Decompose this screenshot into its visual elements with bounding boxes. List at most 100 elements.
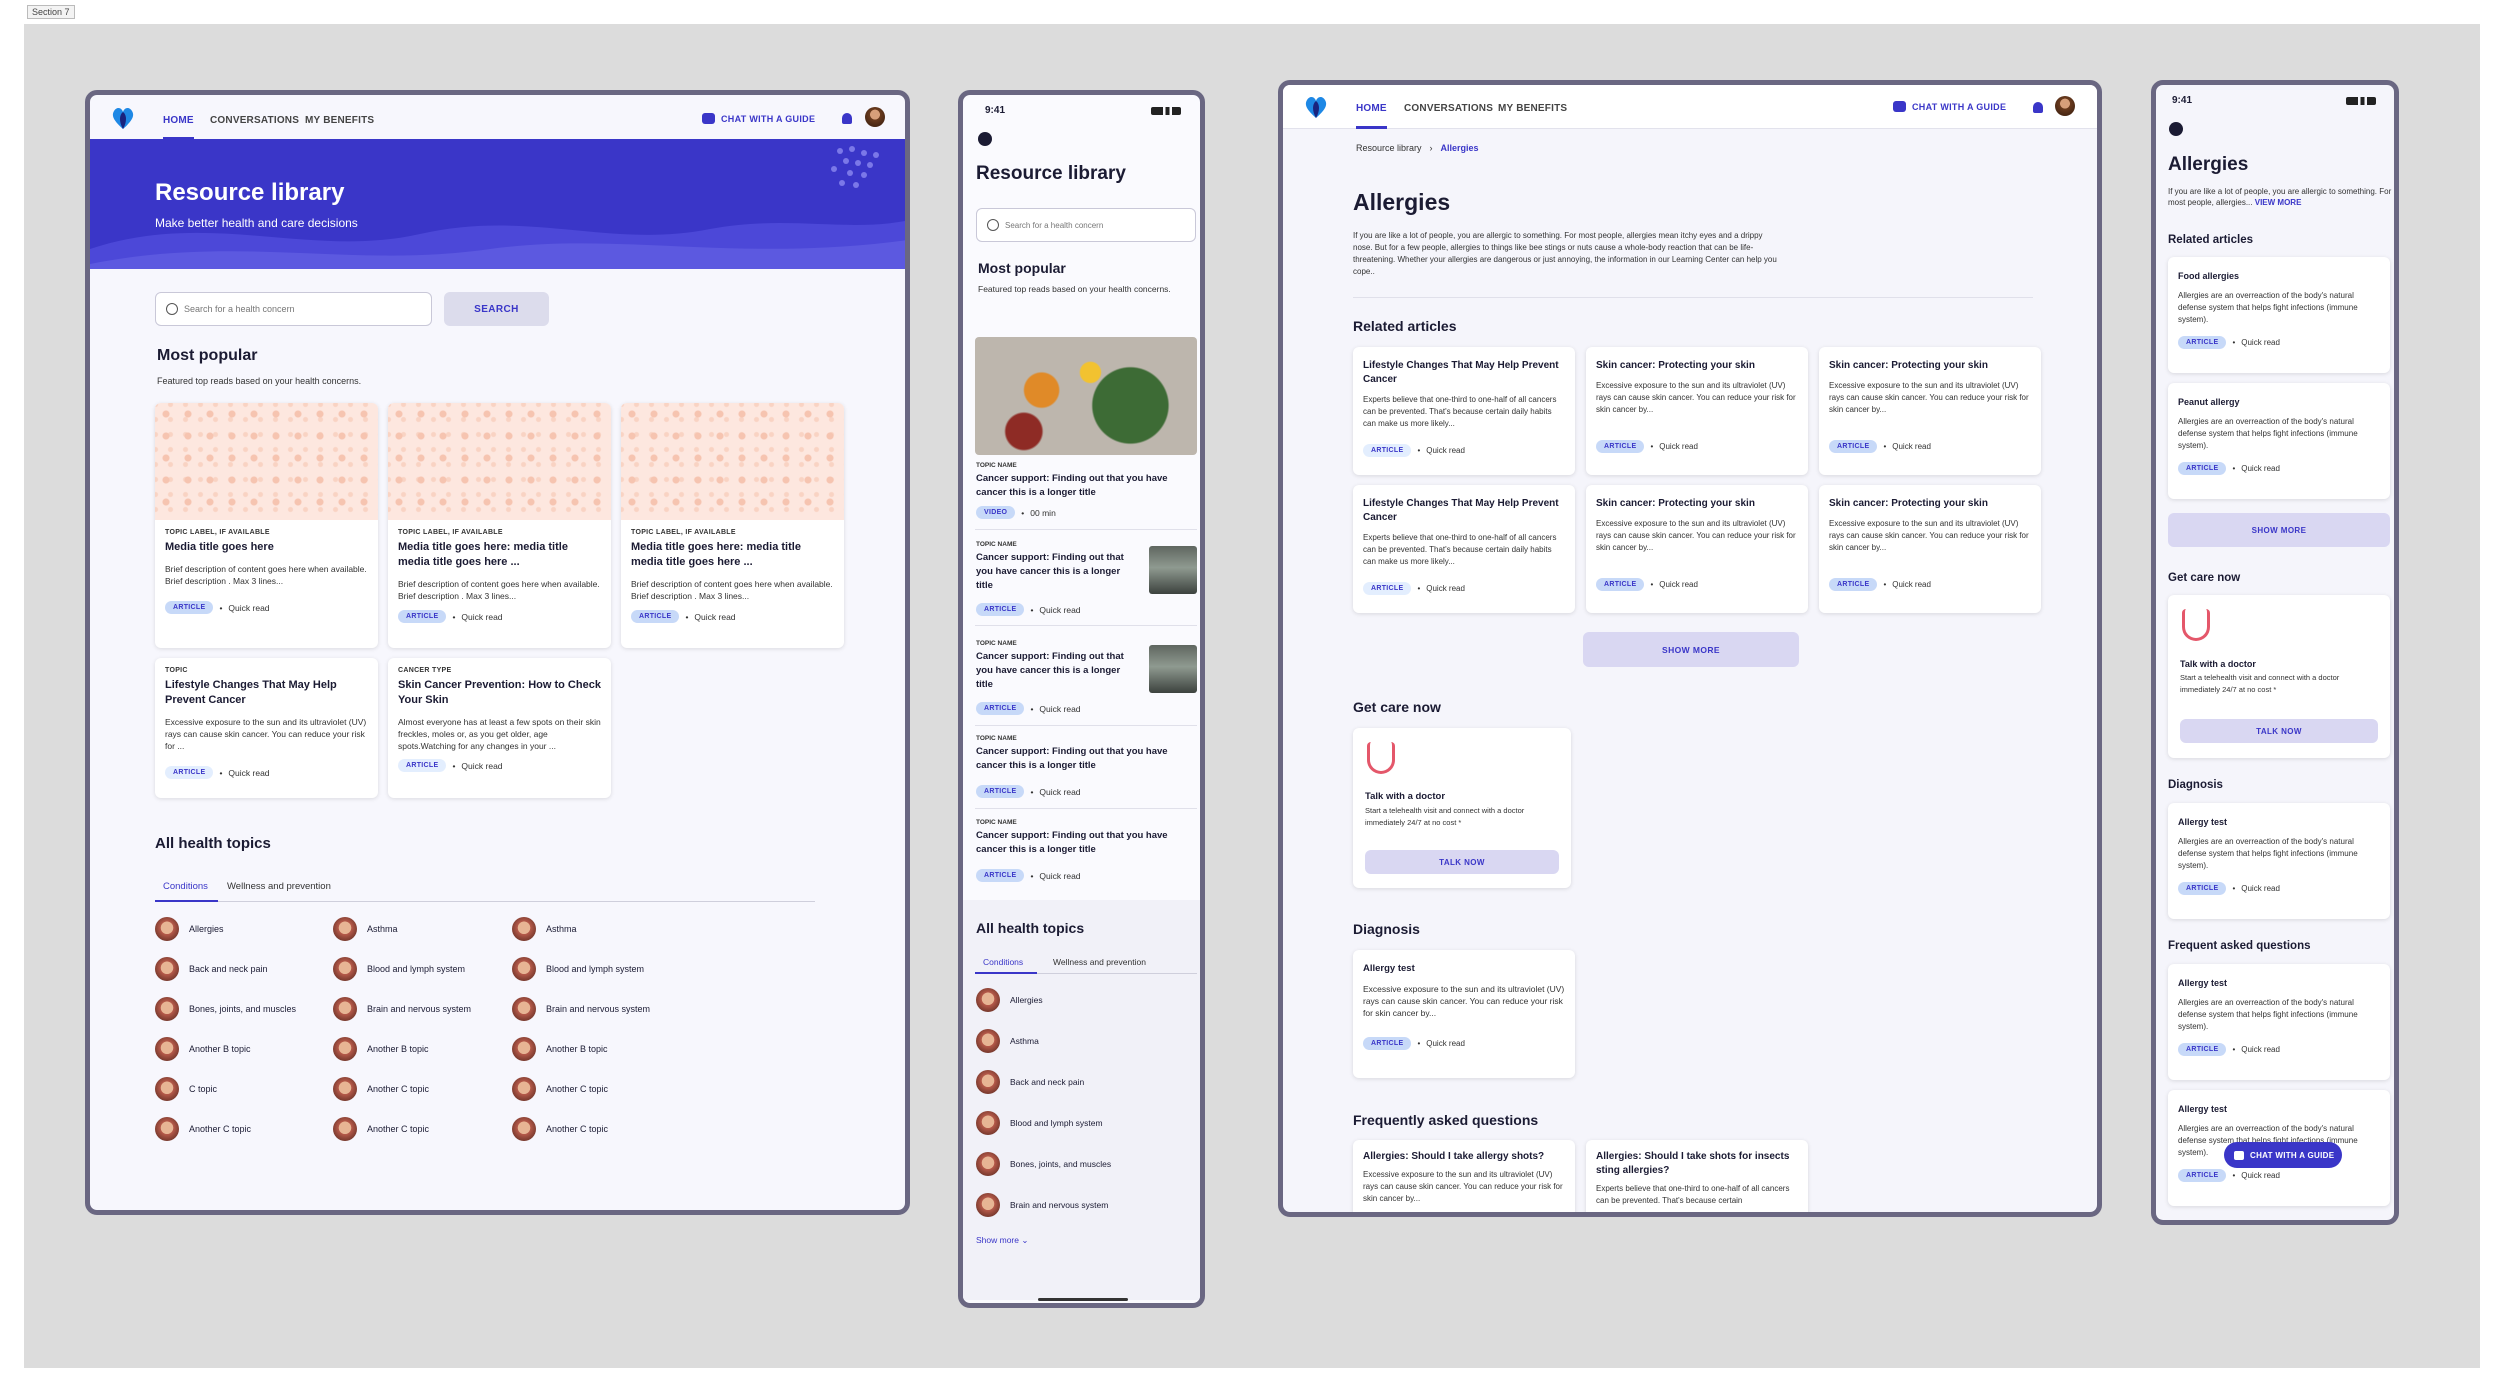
topic-item[interactable]: Brain and nervous system	[976, 1193, 1108, 1217]
related-article-card[interactable]: Lifestyle Changes That May Help Prevent …	[1353, 485, 1575, 613]
list-item-title[interactable]: Cancer support: Finding out that you hav…	[976, 745, 1186, 773]
nav-conversations[interactable]: CONVERSATIONS	[210, 115, 299, 126]
list-item-thumbnail	[1149, 546, 1197, 594]
topic-item[interactable]: C topic	[155, 1077, 217, 1101]
article-badge: ARTICLE	[976, 869, 1025, 882]
chat-with-guide-link[interactable]: CHAT WITH A GUIDE	[1893, 101, 2006, 112]
topic-item[interactable]: Another B topic	[512, 1037, 608, 1061]
topic-item[interactable]: Bones, joints, and muscles	[976, 1152, 1111, 1176]
diagnosis-card[interactable]: Allergy test Excessive exposure to the s…	[1353, 950, 1575, 1078]
related-article-card[interactable]: Skin cancer: Protecting your skin Excess…	[1586, 347, 1808, 475]
topic-item[interactable]: Back and neck pain	[976, 1070, 1084, 1094]
mobile-most-popular-subtitle: Featured top reads based on your health …	[978, 284, 1171, 294]
bell-icon[interactable]	[842, 113, 852, 124]
faq-card[interactable]: Allergies: Should I take shots for insec…	[1586, 1140, 1808, 1212]
topic-item[interactable]: Another B topic	[155, 1037, 251, 1061]
nav-my-benefits[interactable]: MY BENEFITS	[1498, 103, 1567, 114]
topic-item[interactable]: Another C topic	[512, 1077, 608, 1101]
chat-icon	[1893, 101, 1906, 112]
chat-with-guide-link[interactable]: CHAT WITH A GUIDE	[702, 113, 815, 124]
back-icon[interactable]	[2169, 122, 2183, 136]
card-description: Experts believe that one-third to one-ha…	[1363, 533, 1557, 566]
media-card[interactable]: TOPIC LABEL, IF AVAILABLE Media title go…	[621, 403, 844, 648]
topic-item[interactable]: Asthma	[512, 917, 577, 941]
related-article-card[interactable]: Skin cancer: Protecting your skin Excess…	[1819, 347, 2041, 475]
related-article-card[interactable]: Food allergies Allergies are an overreac…	[2168, 257, 2390, 373]
search-button[interactable]: SEARCH	[444, 292, 549, 326]
card-description: Excessive exposure to the sun and its ul…	[1363, 1170, 1563, 1203]
media-card[interactable]: TOPIC Lifestyle Changes That May Help Pr…	[155, 658, 378, 798]
topic-item[interactable]: Asthma	[976, 1029, 1039, 1053]
tab-conditions[interactable]: Conditions	[163, 881, 208, 892]
topic-item[interactable]: Another C topic	[512, 1117, 608, 1141]
page-title: Resource library	[155, 179, 345, 206]
tab-conditions[interactable]: Conditions	[983, 957, 1023, 967]
topic-item[interactable]: Blood and lymph system	[512, 957, 644, 981]
topic-item[interactable]: Another B topic	[333, 1037, 429, 1061]
topic-item[interactable]: Blood and lymph system	[976, 1111, 1103, 1135]
topic-avatar	[976, 1152, 1000, 1176]
card-title: Skin Cancer Prevention: How to Check You…	[398, 679, 601, 706]
avatar[interactable]	[2055, 96, 2075, 116]
featured-title[interactable]: Cancer support: Finding out that you hav…	[976, 472, 1186, 500]
avatar[interactable]	[865, 107, 885, 127]
topic-item[interactable]: Back and neck pain	[155, 957, 268, 981]
breadcrumb-resource-library[interactable]: Resource library	[1356, 143, 1422, 153]
topic-item[interactable]: Bones, joints, and muscles	[155, 997, 296, 1021]
featured-label: TOPIC NAME	[976, 462, 1017, 469]
chat-icon	[2234, 1150, 2244, 1160]
tab-wellness-prevention[interactable]: Wellness and prevention	[1053, 957, 1146, 967]
topic-avatar	[333, 1117, 357, 1141]
talk-with-doctor-card[interactable]: Talk with a doctor Start a telehealth vi…	[1353, 728, 1571, 888]
topic-item[interactable]: Allergies	[155, 917, 224, 941]
faq-card[interactable]: Allergy test Allergies are an overreacti…	[2168, 964, 2390, 1080]
bell-icon[interactable]	[2033, 102, 2043, 113]
list-item-title[interactable]: Cancer support: Finding out that you hav…	[976, 551, 1136, 593]
nav-home[interactable]: HOME	[1356, 103, 1387, 114]
topic-item[interactable]: Brain and nervous system	[333, 997, 471, 1021]
talk-now-button[interactable]: TALK NOW	[1365, 850, 1559, 874]
media-card[interactable]: CANCER TYPE Skin Cancer Prevention: How …	[388, 658, 611, 798]
card-meta: Quick read	[228, 602, 270, 613]
chevron-right-icon: ›	[1429, 143, 1433, 153]
mobile-search-input[interactable]: Search for a health concern	[976, 208, 1196, 242]
nav-my-benefits[interactable]: MY BENEFITS	[305, 115, 374, 126]
view-more-link[interactable]: VIEW MORE	[2255, 198, 2302, 207]
topic-item[interactable]: Another C topic	[333, 1117, 429, 1141]
nav-home[interactable]: HOME	[163, 115, 194, 126]
topic-item[interactable]: Blood and lymph system	[333, 957, 465, 981]
card-pattern-image	[621, 403, 844, 520]
card-label: TOPIC LABEL, IF AVAILABLE	[398, 529, 503, 536]
topic-item[interactable]: Allergies	[976, 988, 1043, 1012]
status-icons	[1151, 107, 1181, 115]
talk-with-doctor-card[interactable]: Talk with a doctor Start a telehealth vi…	[2168, 595, 2390, 758]
tab-wellness-prevention[interactable]: Wellness and prevention	[227, 881, 331, 892]
floating-chat-button[interactable]: CHAT WITH A GUIDE	[2224, 1142, 2342, 1168]
talk-now-button[interactable]: TALK NOW	[2180, 719, 2378, 743]
related-article-card[interactable]: Lifestyle Changes That May Help Prevent …	[1353, 347, 1575, 475]
card-description: Allergies are an overreaction of the bod…	[2178, 837, 2358, 870]
mobile-show-more-button[interactable]: SHOW MORE	[2168, 513, 2390, 547]
featured-image[interactable]	[975, 337, 1197, 455]
related-article-card[interactable]: Skin cancer: Protecting your skin Excess…	[1586, 485, 1808, 613]
search-input[interactable]: Search for a health concern	[155, 292, 432, 326]
show-more-button[interactable]: SHOW MORE	[1583, 632, 1799, 667]
topic-item[interactable]: Another C topic	[155, 1117, 251, 1141]
media-card[interactable]: TOPIC LABEL, IF AVAILABLE Media title go…	[388, 403, 611, 648]
faq-card[interactable]: Allergies: Should I take allergy shots? …	[1353, 1140, 1575, 1212]
related-article-card[interactable]: Skin cancer: Protecting your skin Excess…	[1819, 485, 2041, 613]
related-article-card[interactable]: Peanut allergy Allergies are an overreac…	[2168, 383, 2390, 499]
topic-item[interactable]: Another C topic	[333, 1077, 429, 1101]
topic-avatar	[333, 1077, 357, 1101]
media-card[interactable]: TOPIC LABEL, IF AVAILABLE Media title go…	[155, 403, 378, 648]
show-more-link[interactable]: Show more ⌄	[976, 1235, 1029, 1246]
topic-item[interactable]: Brain and nervous system	[512, 997, 650, 1021]
nav-conversations[interactable]: CONVERSATIONS	[1404, 103, 1493, 114]
back-icon[interactable]	[978, 132, 992, 146]
diagnosis-card[interactable]: Allergy test Allergies are an overreacti…	[2168, 803, 2390, 919]
logo-icon[interactable]	[1303, 94, 1329, 120]
list-item-title[interactable]: Cancer support: Finding out that you hav…	[976, 829, 1186, 857]
list-item-title[interactable]: Cancer support: Finding out that you hav…	[976, 650, 1136, 692]
logo-icon[interactable]	[110, 105, 136, 131]
topic-item[interactable]: Asthma	[333, 917, 398, 941]
